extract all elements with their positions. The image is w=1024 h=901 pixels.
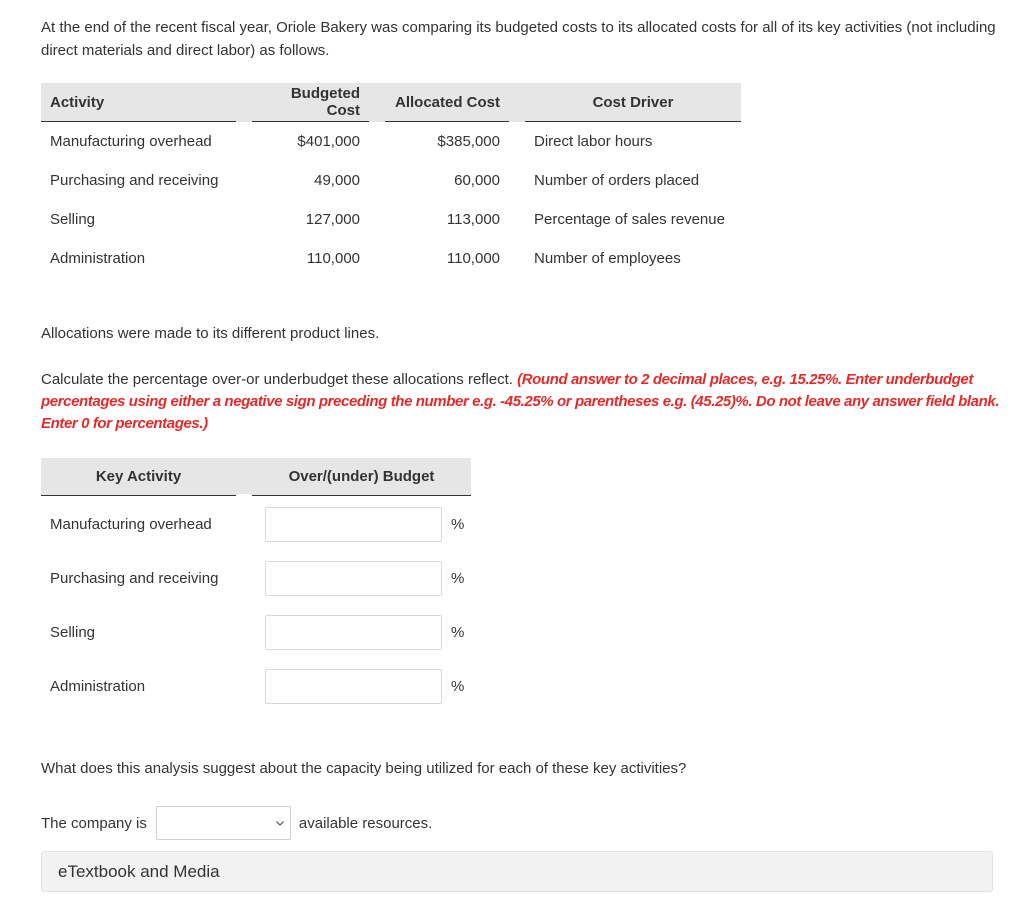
activity-label: Administration — [50, 677, 146, 695]
activity-cell: Manufacturing overhead — [50, 133, 212, 150]
cost-table: Activity Budgeted Cost Allocated Cost Co… — [41, 83, 741, 278]
activity-cell: Purchasing and receiving — [50, 172, 219, 189]
percent-unit: % — [451, 623, 465, 641]
percent-unit: % — [451, 569, 465, 587]
budgeted-cell: $401,000 — [297, 133, 360, 150]
answer-table-header: Key Activity Over/(under) Budget — [41, 458, 471, 496]
allocated-cell: 113,000 — [446, 211, 500, 228]
activity-label: Purchasing and receiving — [50, 569, 219, 587]
header-budgeted-cost: Budgeted Cost — [252, 83, 369, 122]
company-sentence: The company is available resources. — [41, 806, 432, 840]
question-capacity: What does this analysis suggest about th… — [41, 760, 687, 777]
capacity-dropdown[interactable] — [155, 806, 291, 840]
answer-row: Administration % — [50, 668, 464, 704]
header-key-activity: Key Activity — [41, 458, 236, 496]
allocations-text: Allocations were made to its different p… — [41, 325, 380, 342]
allocated-cell: 110,000 — [446, 250, 500, 267]
allocated-cell: $385,000 — [437, 133, 500, 150]
table-row: Manufacturing overhead $401,000 $385,000… — [41, 122, 741, 161]
driver-cell: Percentage of sales revenue — [534, 211, 725, 228]
budgeted-cell: 49,000 — [314, 172, 360, 189]
purchasing-receiving-percent-input[interactable] — [265, 560, 442, 596]
cost-table-header: Activity Budgeted Cost Allocated Cost Co… — [41, 83, 741, 122]
table-row: Selling 127,000 113,000 Percentage of sa… — [41, 200, 741, 239]
administration-percent-input[interactable] — [265, 668, 442, 704]
etextbook-media-panel[interactable]: eTextbook and Media — [41, 851, 993, 892]
instruction-paragraph: Calculate the percentage over-or underbu… — [41, 369, 1001, 435]
header-activity: Activity — [41, 83, 236, 122]
answer-row: Selling % — [50, 614, 464, 650]
answer-row: Purchasing and receiving % — [50, 560, 464, 596]
manufacturing-overhead-percent-input[interactable] — [265, 506, 442, 542]
selling-percent-input[interactable] — [265, 614, 442, 650]
activity-label: Manufacturing overhead — [50, 515, 212, 533]
table-row: Purchasing and receiving 49,000 60,000 N… — [41, 161, 741, 200]
activity-cell: Selling — [50, 211, 96, 228]
table-row: Administration 110,000 110,000 Number of… — [41, 239, 741, 278]
budgeted-cell: 127,000 — [305, 211, 360, 228]
driver-cell: Direct labor hours — [534, 133, 653, 150]
percent-unit: % — [451, 515, 465, 533]
budgeted-cell: 110,000 — [306, 250, 360, 267]
header-cost-driver: Cost Driver — [525, 83, 741, 122]
driver-cell: Number of employees — [534, 250, 681, 267]
answer-row: Manufacturing overhead % — [50, 506, 464, 542]
header-allocated-cost: Allocated Cost — [385, 83, 509, 122]
allocated-cell: 60,000 — [454, 172, 500, 189]
intro-text: At the end of the recent fiscal year, Or… — [41, 19, 996, 59]
etextbook-media-label: eTextbook and Media — [58, 861, 220, 881]
instruction-text: Calculate the percentage over-or underbu… — [41, 371, 513, 388]
percent-unit: % — [451, 677, 465, 695]
header-over-under-budget: Over/(under) Budget — [252, 458, 471, 496]
driver-cell: Number of orders placed — [534, 172, 700, 189]
activity-label: Selling — [50, 623, 96, 641]
company-suffix: available resources. — [298, 814, 433, 832]
chevron-down-icon — [275, 821, 284, 826]
company-prefix: The company is — [41, 814, 147, 832]
activity-cell: Administration — [50, 250, 146, 267]
